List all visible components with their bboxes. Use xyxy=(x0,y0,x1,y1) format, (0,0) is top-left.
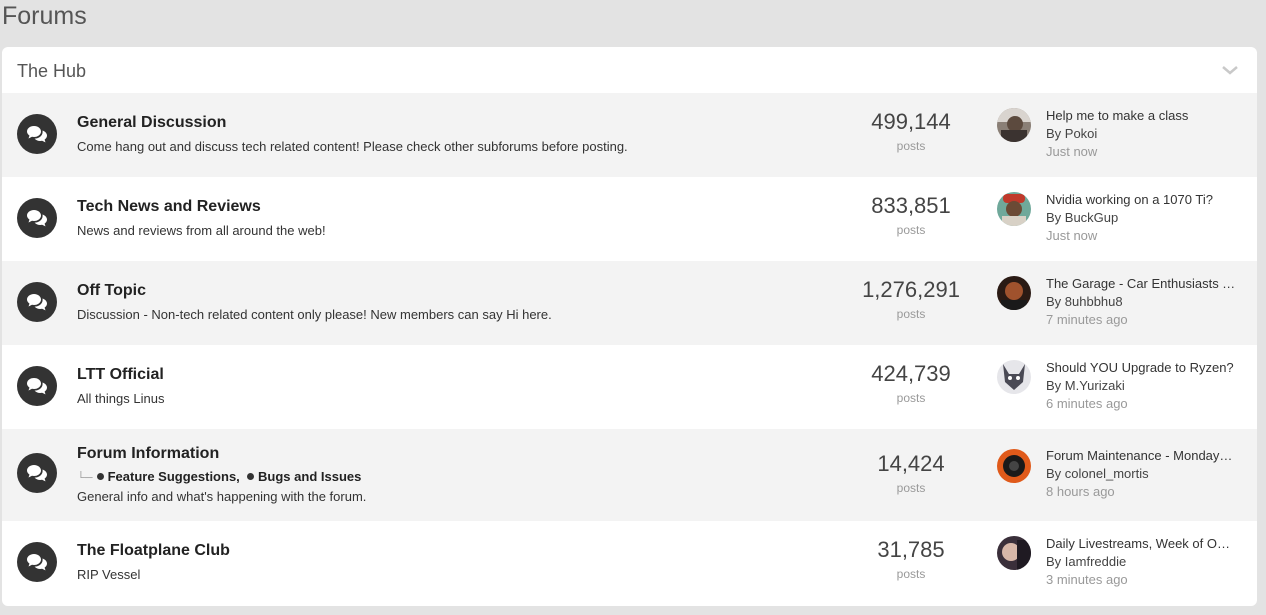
last-post-author[interactable]: By BuckGup xyxy=(1046,209,1236,227)
chat-bubbles-icon[interactable] xyxy=(17,366,57,406)
last-post-title[interactable]: The Garage - Car Enthusiasts Thread xyxy=(1046,275,1236,293)
forum-title[interactable]: Forum Information xyxy=(77,444,219,464)
chat-bubbles-icon[interactable] xyxy=(17,453,57,493)
forum-description: General info and what's happening with t… xyxy=(77,489,367,504)
avatar[interactable] xyxy=(997,536,1031,570)
post-count-label: posts xyxy=(896,391,926,405)
last-post-title[interactable]: Should YOU Upgrade to Ryzen? xyxy=(1046,359,1236,377)
forum-description: Discussion - Non-tech related content on… xyxy=(77,307,552,322)
subforum-link[interactable]: Feature Suggestions, xyxy=(108,469,240,484)
chat-bubbles-icon[interactable] xyxy=(17,282,57,322)
last-post-author[interactable]: By Pokoi xyxy=(1046,125,1236,143)
forum-row-ltt-official: LTT Official All things Linus 424,739 po… xyxy=(2,345,1257,429)
last-post-time: Just now xyxy=(1046,144,1098,159)
forum-row-forum-information: Forum Information └─ Feature Suggestions,… xyxy=(2,429,1257,521)
branch-icon: └─ xyxy=(77,472,93,484)
post-count-value: 424,739 xyxy=(871,361,951,386)
chat-bubbles-icon[interactable] xyxy=(17,542,57,582)
post-count: 424,739 posts xyxy=(832,361,990,405)
last-post-time: 6 minutes ago xyxy=(1046,396,1128,411)
section-title: The Hub xyxy=(17,61,87,81)
last-post: Forum Maintenance - Monday 10/30 By colo… xyxy=(1046,447,1236,501)
post-count: 1,276,291 posts xyxy=(832,277,990,321)
last-post-author[interactable]: By Iamfreddie xyxy=(1046,553,1236,571)
last-post-title[interactable]: Nvidia working on a 1070 Ti? xyxy=(1046,191,1236,209)
forum-section-card: The Hub General Discussion Come hang out… xyxy=(2,47,1257,606)
last-post-title[interactable]: Daily Livestreams, Week of Oct 30 xyxy=(1046,535,1236,553)
post-count: 31,785 posts xyxy=(832,537,990,581)
chat-bubbles-icon[interactable] xyxy=(17,114,57,154)
last-post: Daily Livestreams, Week of Oct 30 By Iam… xyxy=(1046,535,1236,589)
avatar[interactable] xyxy=(997,449,1031,483)
post-count-label: posts xyxy=(896,223,926,237)
last-post: Help me to make a class By Pokoi Just no… xyxy=(1046,107,1236,161)
post-count-value: 1,276,291 xyxy=(862,277,960,302)
last-post-author[interactable]: By colonel_mortis xyxy=(1046,465,1236,483)
post-count-label: posts xyxy=(896,567,926,581)
last-post-author[interactable]: By 8uhbbhu8 xyxy=(1046,293,1236,311)
bullet-icon xyxy=(96,473,104,480)
forum-description: All things Linus xyxy=(77,391,165,406)
forum-row-tech-news: Tech News and Reviews News and reviews f… xyxy=(2,177,1257,261)
post-count: 14,424 posts xyxy=(832,451,990,495)
subforum-list: └─ Feature Suggestions, Bugs and Issues xyxy=(77,469,361,486)
last-post-time: 7 minutes ago xyxy=(1046,312,1128,327)
last-post-title[interactable]: Help me to make a class xyxy=(1046,107,1236,125)
post-count-value: 14,424 xyxy=(877,451,945,476)
last-post: The Garage - Car Enthusiasts Thread By 8… xyxy=(1046,275,1236,329)
post-count-label: posts xyxy=(896,307,926,321)
avatar[interactable] xyxy=(997,276,1031,310)
forum-title[interactable]: General Discussion xyxy=(77,113,226,133)
avatar[interactable] xyxy=(997,108,1031,142)
avatar[interactable] xyxy=(997,360,1031,394)
last-post-author[interactable]: By M.Yurizaki xyxy=(1046,377,1236,395)
forum-title[interactable]: Off Topic xyxy=(77,281,146,301)
forum-row-floatplane-club: The Floatplane Club RIP Vessel 31,785 po… xyxy=(2,521,1257,606)
forum-title[interactable]: LTT Official xyxy=(77,365,164,385)
post-count: 833,851 posts xyxy=(832,193,990,237)
subforum-link[interactable]: Bugs and Issues xyxy=(258,469,361,484)
page-title: Forums xyxy=(2,2,87,30)
forum-row-off-topic: Off Topic Discussion - Non-tech related … xyxy=(2,261,1257,345)
post-count-label: posts xyxy=(896,481,926,495)
forum-description: RIP Vessel xyxy=(77,567,141,582)
forum-row-general-discussion: General Discussion Come hang out and dis… xyxy=(2,93,1257,177)
bullet-icon xyxy=(247,473,255,480)
last-post-time: 3 minutes ago xyxy=(1046,572,1128,587)
last-post: Should YOU Upgrade to Ryzen? By M.Yuriza… xyxy=(1046,359,1236,413)
forum-description: News and reviews from all around the web… xyxy=(77,223,326,238)
section-header: The Hub xyxy=(2,47,1257,93)
last-post-time: Just now xyxy=(1046,228,1098,243)
post-count-value: 31,785 xyxy=(877,537,945,562)
last-post: Nvidia working on a 1070 Ti? By BuckGup … xyxy=(1046,191,1236,245)
last-post-time: 8 hours ago xyxy=(1046,484,1115,499)
post-count: 499,144 posts xyxy=(832,109,990,153)
post-count-label: posts xyxy=(896,139,926,153)
post-count-value: 833,851 xyxy=(871,193,951,218)
forum-title[interactable]: Tech News and Reviews xyxy=(77,197,261,217)
avatar[interactable] xyxy=(997,192,1031,226)
forum-description: Come hang out and discuss tech related c… xyxy=(77,139,628,154)
chevron-down-icon[interactable] xyxy=(1221,63,1239,75)
chat-bubbles-icon[interactable] xyxy=(17,198,57,238)
last-post-title[interactable]: Forum Maintenance - Monday 10/30 xyxy=(1046,447,1236,465)
forum-title[interactable]: The Floatplane Club xyxy=(77,541,230,561)
post-count-value: 499,144 xyxy=(871,109,951,134)
